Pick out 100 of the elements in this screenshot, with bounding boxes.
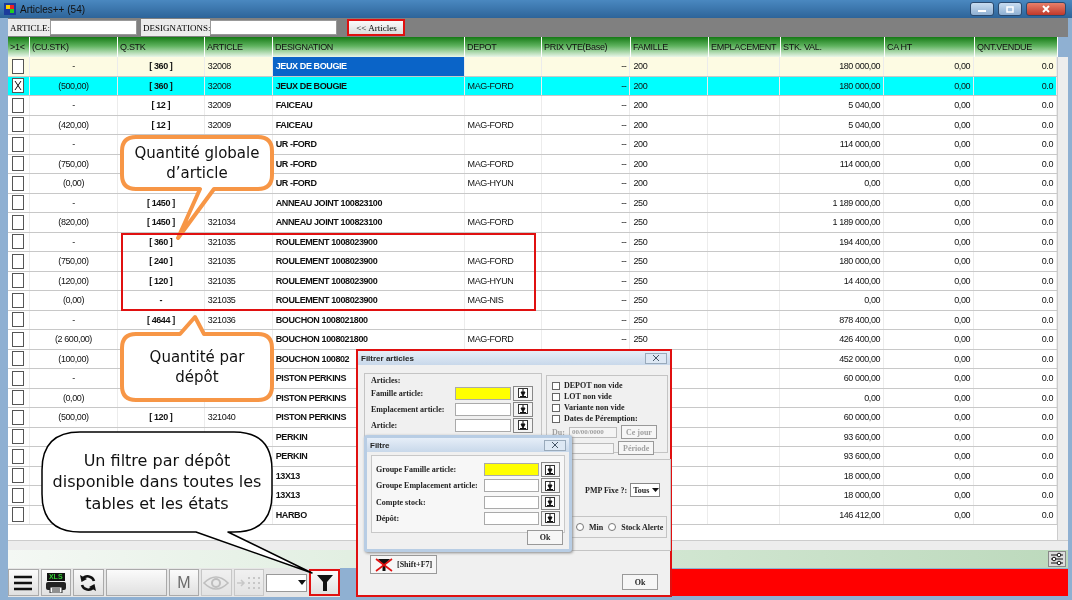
table-cell: - bbox=[30, 310, 118, 329]
table-cell: 250 bbox=[630, 252, 709, 271]
table-cell: 0,00 bbox=[780, 388, 885, 407]
table-cell: [ 12 ] bbox=[117, 96, 205, 115]
table-cell: 14 400,00 bbox=[780, 271, 885, 290]
table-cell: (0,00) bbox=[30, 174, 118, 193]
table-cell: 321035 bbox=[204, 291, 273, 310]
table-cell: MAG-FORD bbox=[464, 330, 542, 349]
callout-text: Un filtre par dépôt disponible dans toutes les tables et les états bbox=[52, 449, 262, 515]
table-cell: (0,00) bbox=[30, 388, 118, 407]
table-cell: 0,00 bbox=[884, 369, 975, 388]
table-cell: 1 189 000,00 bbox=[780, 213, 885, 232]
table-cell: (2 600,00) bbox=[30, 330, 118, 349]
table-cell: 0,00 bbox=[884, 213, 975, 232]
table-cell: 5 040,00 bbox=[780, 96, 885, 115]
table-cell: 250 bbox=[630, 232, 709, 251]
table-cell: - bbox=[30, 135, 118, 154]
table-cell: (0,00) bbox=[30, 291, 118, 310]
table-cell: 0,00 bbox=[884, 232, 975, 251]
window-title: Articles++ (54) bbox=[20, 3, 87, 15]
checkbox-label: Variante non vide bbox=[564, 403, 625, 412]
table-cell: FAICEAU bbox=[272, 96, 465, 115]
table-cell: 250 bbox=[630, 271, 709, 290]
table-cell: MAG-FORD bbox=[464, 252, 542, 271]
table-cell: 32008 bbox=[204, 57, 273, 76]
dropdown-value: Tous bbox=[633, 485, 650, 495]
table-cell: 0,00 bbox=[884, 154, 975, 173]
table-cell: 5 040,00 bbox=[780, 115, 885, 134]
table-cell: (120,00) bbox=[30, 271, 118, 290]
table-cell: ANNEAU JOINT 100823100 bbox=[272, 213, 465, 232]
table-cell: 0,00 bbox=[780, 291, 885, 310]
table-cell: 0,00 bbox=[884, 57, 975, 76]
table-cell: [ 12 ] bbox=[117, 115, 205, 134]
table-cell: 0,00 bbox=[884, 115, 975, 134]
table-cell: 93 600,00 bbox=[780, 447, 885, 466]
table-cell: [ 240 ] bbox=[117, 252, 205, 271]
table-cell: JEUX DE BOUGIE bbox=[272, 57, 465, 76]
table-cell: -- bbox=[541, 154, 631, 173]
table-cell: 114 000,00 bbox=[780, 135, 885, 154]
checkbox-label: DEPOT non vide bbox=[564, 381, 623, 390]
table-cell: 146 412,00 bbox=[780, 505, 885, 524]
table-cell: 0,00 bbox=[884, 271, 975, 290]
radio-label: Stock Alerte bbox=[621, 522, 664, 532]
table-cell: 426 400,00 bbox=[780, 330, 885, 349]
table-cell: 0,00 bbox=[884, 408, 975, 427]
table-cell: -- bbox=[541, 310, 631, 329]
table-cell: 321034 bbox=[204, 213, 273, 232]
table-cell: MAG-FORD bbox=[464, 213, 542, 232]
table-cell: 0,00 bbox=[884, 427, 975, 446]
table-cell: - bbox=[30, 57, 118, 76]
table-cell: - bbox=[30, 193, 118, 212]
table-cell: 0,00 bbox=[884, 447, 975, 466]
checkbox-label: Dates de Péremption: bbox=[564, 414, 638, 423]
table-cell: FAICEAU bbox=[272, 115, 465, 134]
field-label: Du: bbox=[552, 427, 565, 437]
table-cell: 114 000,00 bbox=[780, 154, 885, 173]
table-cell: (750,00) bbox=[30, 252, 118, 271]
table-cell: MAG-NIS bbox=[464, 291, 542, 310]
table-cell: 321035 bbox=[204, 252, 273, 271]
table-cell: (750,00) bbox=[30, 154, 118, 173]
table-cell: (500,00) bbox=[30, 76, 118, 95]
table-cell: 0,00 bbox=[884, 135, 975, 154]
table-cell: BOUCHON 1008021800 bbox=[272, 310, 465, 329]
table-cell: (420,00) bbox=[30, 115, 118, 134]
table-cell: 194 400,00 bbox=[780, 232, 885, 251]
table-cell: 32009 bbox=[204, 96, 273, 115]
table-cell: 200 bbox=[630, 57, 709, 76]
table-cell: 32008 bbox=[204, 76, 273, 95]
table-cell: 18 000,00 bbox=[780, 486, 885, 505]
table-cell: 0,00 bbox=[884, 76, 975, 95]
table-cell: -- bbox=[541, 115, 631, 134]
table-cell: (500,00) bbox=[30, 408, 118, 427]
table-cell: - bbox=[117, 291, 205, 310]
table-cell: -- bbox=[541, 252, 631, 271]
table-cell: [ 360 ] bbox=[117, 57, 205, 76]
table-cell: -- bbox=[541, 57, 631, 76]
table-cell: 200 bbox=[630, 96, 709, 115]
table-cell: -- bbox=[541, 291, 631, 310]
table-cell: 0,00 bbox=[884, 330, 975, 349]
table-cell: -- bbox=[541, 193, 631, 212]
table-cell: -- bbox=[541, 174, 631, 193]
table-cell: 0,00 bbox=[884, 388, 975, 407]
field-label: Compte stock: bbox=[376, 497, 427, 507]
table-cell: - bbox=[30, 96, 118, 115]
table-cell: -- bbox=[541, 135, 631, 154]
table-cell: MAG-HYUN bbox=[464, 174, 542, 193]
dialog-title: Filtrer articles bbox=[361, 353, 414, 363]
table-cell: 0,00 bbox=[884, 174, 975, 193]
table-cell: 250 bbox=[630, 193, 709, 212]
table-cell: ROULEMENT 1008023900 bbox=[272, 291, 465, 310]
table-cell: 93 600,00 bbox=[780, 427, 885, 446]
table-cell: -- bbox=[541, 330, 631, 349]
table-cell: 250 bbox=[630, 330, 709, 349]
table-cell: -- bbox=[541, 213, 631, 232]
table-cell: [ 120 ] bbox=[117, 408, 205, 427]
table-cell: (100,00) bbox=[30, 349, 118, 368]
table-cell: 180 000,00 bbox=[780, 252, 885, 271]
table-cell: 18 000,00 bbox=[780, 466, 885, 485]
table-cell: [ 360 ] bbox=[117, 76, 205, 95]
table-cell: 321036 bbox=[204, 310, 273, 329]
